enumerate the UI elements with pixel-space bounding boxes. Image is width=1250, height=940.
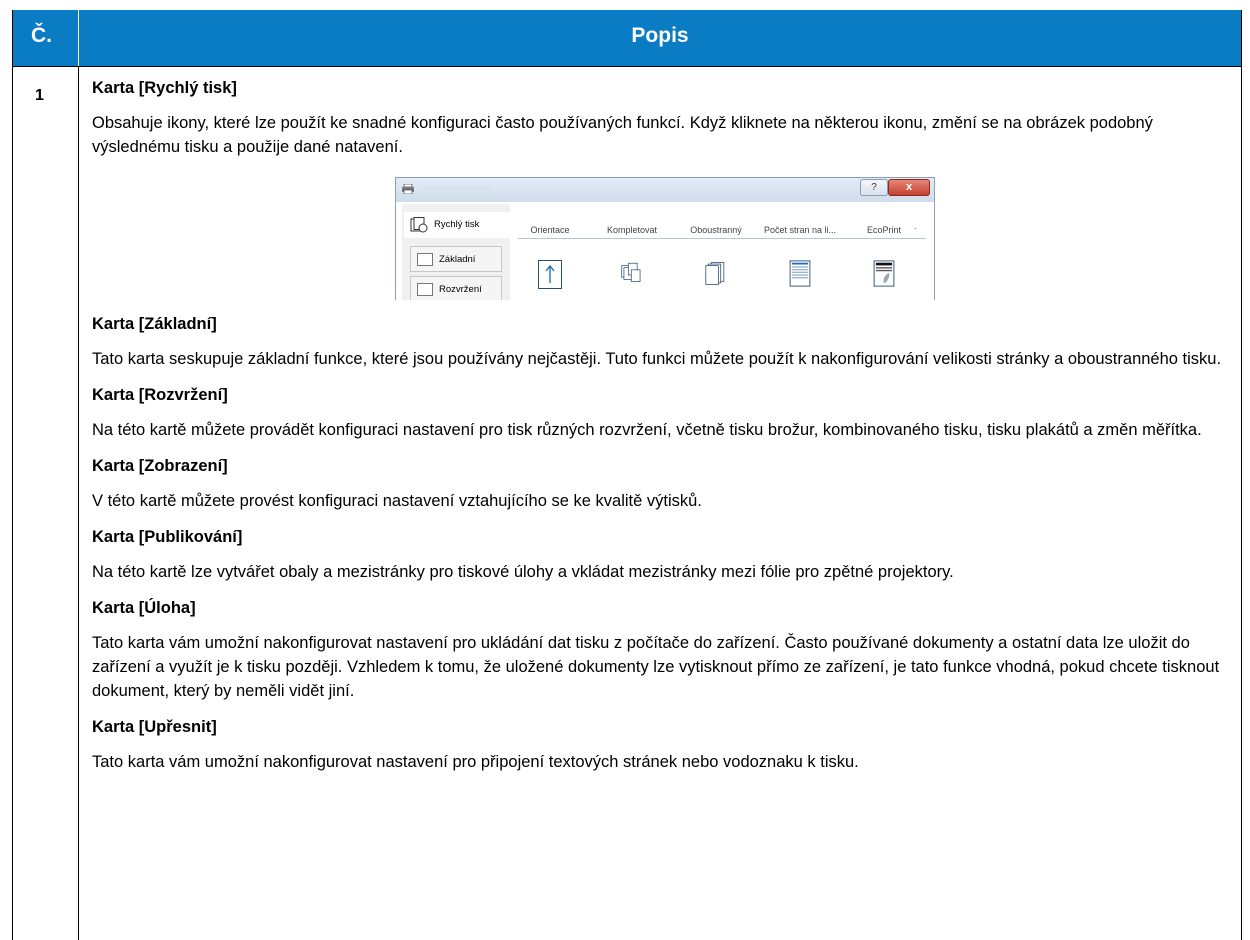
section-text-quick-print: Obsahuje ikony, které lze použít ke snad… [92,114,1153,156]
column-divider [78,67,79,940]
section-text-job: Tato karta vám umožní nakonfigurovat nas… [92,634,1220,700]
description-cell: Karta [Rychlý tisk] Obsahuje ikony, kter… [92,76,1232,774]
option-label: EcoPrint [866,225,901,235]
description-table: Č. Popis 1 Karta [Rychlý tisk] Obsahuje … [12,10,1242,940]
quick-print-pane: Orientace ■■■■▸ Kompletovat ■■■■▸ [510,204,934,300]
sidebar-item-label: Rychlý tisk [434,219,480,230]
orientation-icon [538,260,562,289]
collate-icon [621,260,643,287]
section-title-layout: Karta [Rozvržení] [92,386,228,404]
pages-per-sheet-icon [789,260,811,287]
row-number: 1 [35,87,44,104]
quick-print-icon [410,217,428,233]
option-orientation[interactable]: Orientace ■■■■▸ [510,204,590,300]
option-collate[interactable]: Kompletovat ■■■■▸ [592,204,672,300]
dialog-sidebar: Rychlý tisk Základní Rozvržení [402,204,510,300]
header-number: Č. [31,24,52,47]
section-title-publishing: Karta [Publikování] [92,528,243,546]
option-label: Orientace [530,225,570,235]
header-bottom-border [13,66,1241,67]
option-duplex[interactable]: Oboustranný ■■■■▸ [676,204,756,300]
dialog-title [422,186,492,195]
more-columns-indicator: . [914,221,917,231]
option-pages-per-sheet[interactable]: Počet stran na li... ■■■■▸ [760,204,840,300]
print-dialog-screenshot: ? x Rychlý tisk Základní Rozvržení Orien… [395,177,935,300]
section-title-basic: Karta [Základní] [92,315,217,333]
header-description: Popis [631,24,689,47]
section-title-advanced: Karta [Upřesnit] [92,718,217,736]
sidebar-item-label: Rozvržení [439,284,482,295]
option-indicator: ■■■■▸ [510,298,590,300]
printer-icon [402,184,414,194]
section-text-advanced: Tato karta vám umožní nakonfigurovat nas… [92,753,859,771]
sidebar-item-quick-print[interactable]: Rychlý tisk [404,212,510,238]
option-ecoprint[interactable]: EcoPrint ■■■■▸ [844,204,924,300]
basic-icon [417,253,433,266]
section-text-imaging: V této kartě můžete provést konfiguraci … [92,492,702,510]
option-label: Počet stran na li... [763,225,837,235]
sidebar-item-basic[interactable]: Základní [410,246,502,272]
duplex-icon [705,260,727,287]
section-title-quick-print: Karta [Rychlý tisk] [92,79,237,97]
sidebar-item-label: Základní [439,254,476,265]
sidebar-item-layout[interactable]: Rozvržení [410,276,502,300]
option-label: Kompletovat [606,225,658,235]
close-button[interactable]: x [888,179,930,196]
layout-icon [417,283,433,296]
option-label: Oboustranný [690,225,742,235]
section-text-layout: Na této kartě můžete provádět konfigurac… [92,421,1202,439]
section-text-publishing: Na této kartě lze vytvářet obaly a mezis… [92,563,954,581]
section-title-job: Karta [Úloha] [92,599,196,617]
table-header: Č. Popis [13,10,1241,66]
section-text-basic: Tato karta seskupuje základní funkce, kt… [92,350,1222,368]
section-title-imaging: Karta [Zobrazení] [92,457,228,475]
dialog-titlebar: ? x [396,178,934,202]
ecoprint-icon [873,260,895,287]
help-button[interactable]: ? [860,179,888,196]
